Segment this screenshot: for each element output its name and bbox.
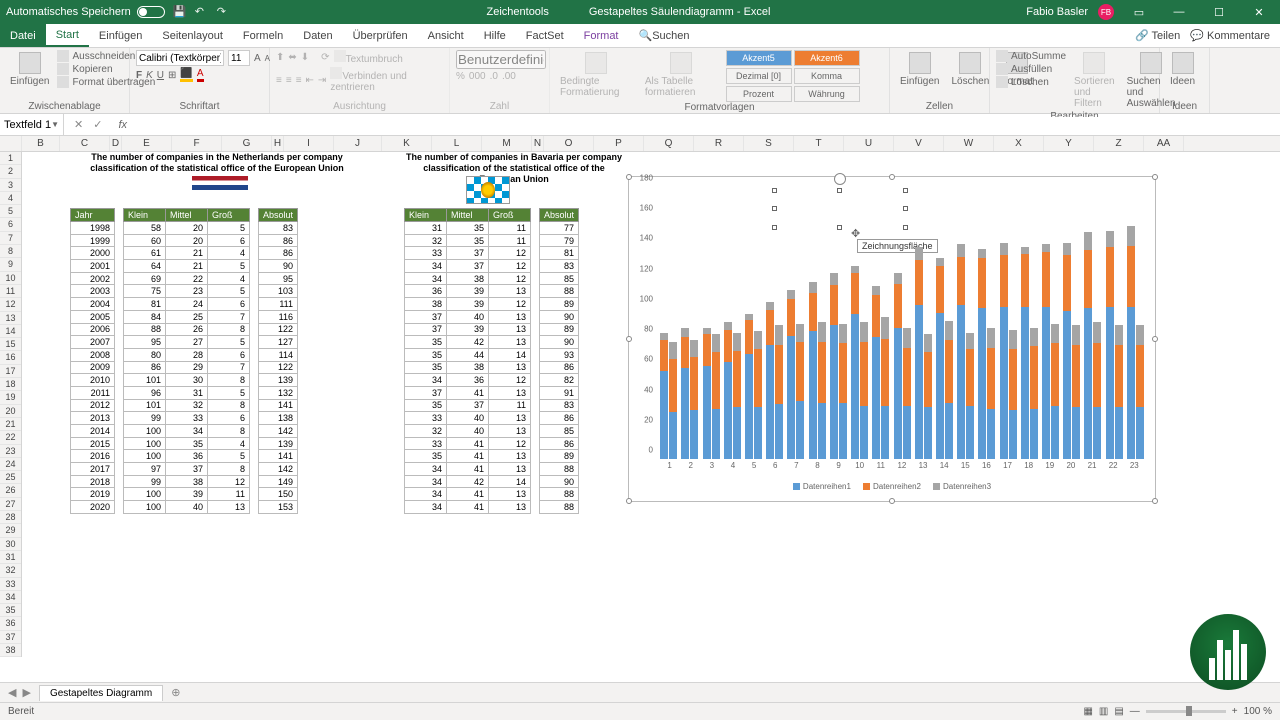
clipboard-group-label: Zwischenablage: [6, 101, 123, 113]
sheet-tab[interactable]: Gestapeltes Diagramm: [39, 685, 163, 701]
sheet-tab-bar: ◀ ▶ Gestapeltes Diagramm ⊕: [0, 682, 1280, 702]
nl-title: The number of companies in the Netherlan…: [72, 152, 362, 174]
tab-daten[interactable]: Daten: [293, 24, 342, 47]
zoom-slider[interactable]: [1146, 710, 1226, 713]
table-netherlands[interactable]: JahrKleinMittelGroßAbsolut19985820583199…: [70, 208, 298, 514]
tab-einfuegen[interactable]: Einfügen: [89, 24, 152, 47]
page-break-view-icon[interactable]: ▤: [1114, 706, 1123, 717]
save-icon[interactable]: 💾: [173, 5, 187, 19]
conditional-formatting-button[interactable]: Bedingte Formatierung: [556, 50, 637, 100]
avatar[interactable]: FB: [1098, 4, 1114, 20]
formula-input[interactable]: [133, 117, 1280, 132]
fx-icon[interactable]: fx: [112, 119, 133, 131]
minimize-icon[interactable]: —: [1164, 6, 1194, 18]
ribbon-options-icon[interactable]: ▭: [1124, 6, 1154, 19]
wrap-text-button[interactable]: Textumbruch: [334, 50, 403, 65]
close-icon[interactable]: ✕: [1244, 6, 1274, 19]
font-family-input[interactable]: [136, 50, 224, 66]
title-bar: Automatisches Speichern 💾 ↶ ↷ Zeichentoo…: [0, 0, 1280, 24]
chart-y-axis: 020406080100120140160180: [629, 187, 655, 459]
next-sheet-icon[interactable]: ▶: [22, 686, 30, 699]
format-as-table-button[interactable]: Als Tabelle formatieren: [641, 50, 722, 100]
insert-cells-button[interactable]: Einfügen: [896, 50, 943, 89]
chart-bars[interactable]: [659, 187, 1145, 459]
tab-format[interactable]: Format: [574, 24, 629, 47]
worksheet-grid[interactable]: BCDEFGHIJKLMNOPQRSTUVWXYZAA 123456789101…: [0, 136, 1280, 666]
number-group-label: Zahl: [456, 101, 543, 113]
cancel-formula-icon[interactable]: ✕: [74, 118, 83, 131]
rotate-handle-icon[interactable]: [834, 173, 846, 185]
tab-hilfe[interactable]: Hilfe: [474, 24, 516, 47]
sort-filter-button[interactable]: Sortieren und Filtern: [1070, 50, 1119, 111]
normal-view-icon[interactable]: ▦: [1083, 706, 1092, 717]
formula-bar: Textfeld 1▼ ✕ ✓ fx: [0, 114, 1280, 136]
tool-tab-label: Zeichentools: [487, 6, 549, 18]
ideas-button[interactable]: Ideen: [1166, 50, 1199, 89]
redo-icon[interactable]: ↷: [217, 5, 231, 19]
italic-button[interactable]: K: [146, 70, 153, 81]
chart-object[interactable]: ✥ Zeichnungsfläche 020406080100120140160…: [628, 176, 1156, 502]
ribbon: Einfügen Ausschneiden Kopieren Format üb…: [0, 48, 1280, 114]
page-layout-view-icon[interactable]: ▥: [1099, 706, 1108, 717]
tab-ueberpruefen[interactable]: Überprüfen: [343, 24, 418, 47]
flag-bavaria-icon: [466, 176, 510, 204]
fill-color-button[interactable]: ⬛: [180, 68, 192, 82]
underline-button[interactable]: U: [157, 70, 164, 81]
tab-datei[interactable]: Datei: [0, 24, 46, 47]
font-color-button[interactable]: A: [197, 68, 204, 82]
tab-seitenlayout[interactable]: Seitenlayout: [152, 24, 233, 47]
zoom-level[interactable]: 100 %: [1244, 706, 1272, 717]
number-format-select[interactable]: [456, 50, 546, 69]
document-title: Gestapeltes Säulendiagramm - Excel: [589, 6, 771, 18]
add-sheet-icon[interactable]: ⊕: [163, 686, 188, 699]
undo-icon[interactable]: ↶: [195, 5, 209, 19]
user-name[interactable]: Fabio Basler: [1026, 6, 1088, 18]
comments-button[interactable]: 💬 Kommentare: [1190, 29, 1270, 42]
table-bavaria[interactable]: KleinMittelGroßAbsolut313511773235117933…: [404, 208, 579, 514]
autosum-button[interactable]: AutoSumme: [996, 50, 1066, 62]
tab-formeln[interactable]: Formeln: [233, 24, 293, 47]
enter-formula-icon[interactable]: ✓: [93, 118, 102, 131]
tab-factset[interactable]: FactSet: [516, 24, 574, 47]
prev-sheet-icon[interactable]: ◀: [8, 686, 16, 699]
flag-nl-icon: [192, 176, 248, 190]
tab-ansicht[interactable]: Ansicht: [418, 24, 474, 47]
autosave-toggle[interactable]: Automatisches Speichern: [6, 6, 165, 18]
watermark-logo: [1190, 614, 1266, 690]
clear-button[interactable]: Löschen: [996, 76, 1066, 88]
align-top-icon[interactable]: ⬆: [276, 52, 284, 63]
status-bar: Bereit ▦ ▥ ▤ — + 100 %: [0, 702, 1280, 720]
font-size-input[interactable]: [228, 50, 250, 66]
align-group-label: Ausrichtung: [276, 101, 443, 113]
styles-group-label: Formatvorlagen: [556, 102, 883, 114]
merge-button[interactable]: Verbinden und zentrieren: [330, 67, 443, 93]
tab-start[interactable]: Start: [46, 24, 89, 47]
share-button[interactable]: 🔗 Teilen: [1135, 29, 1180, 42]
increase-font-icon[interactable]: A: [254, 53, 261, 64]
name-box[interactable]: Textfeld 1▼: [0, 114, 64, 135]
search-box[interactable]: 🔍 Suchen: [629, 24, 700, 47]
chart-x-axis: 1234567891011121314151617181920212223: [659, 461, 1145, 473]
cells-group-label: Zellen: [896, 101, 983, 113]
border-button[interactable]: ⊞: [168, 70, 176, 81]
bv-title: The number of companies in Bavaria per c…: [404, 152, 624, 185]
font-group-label: Schriftart: [136, 101, 263, 113]
maximize-icon[interactable]: ☐: [1204, 6, 1234, 19]
bold-button[interactable]: F: [136, 70, 142, 81]
fill-button[interactable]: Ausfüllen: [996, 63, 1066, 75]
delete-cells-button[interactable]: Löschen: [947, 50, 993, 89]
cell-styles[interactable]: Akzent5 Akzent6 Dezimal [0] Komma Prozen…: [726, 50, 883, 102]
status-ready: Bereit: [8, 706, 34, 717]
paste-button[interactable]: Einfügen: [6, 50, 53, 89]
ribbon-tabs: Datei Start Einfügen Seitenlayout Formel…: [0, 24, 1280, 48]
chart-legend[interactable]: Datenreihen1 Datenreihen2 Datenreihen3: [629, 482, 1155, 491]
